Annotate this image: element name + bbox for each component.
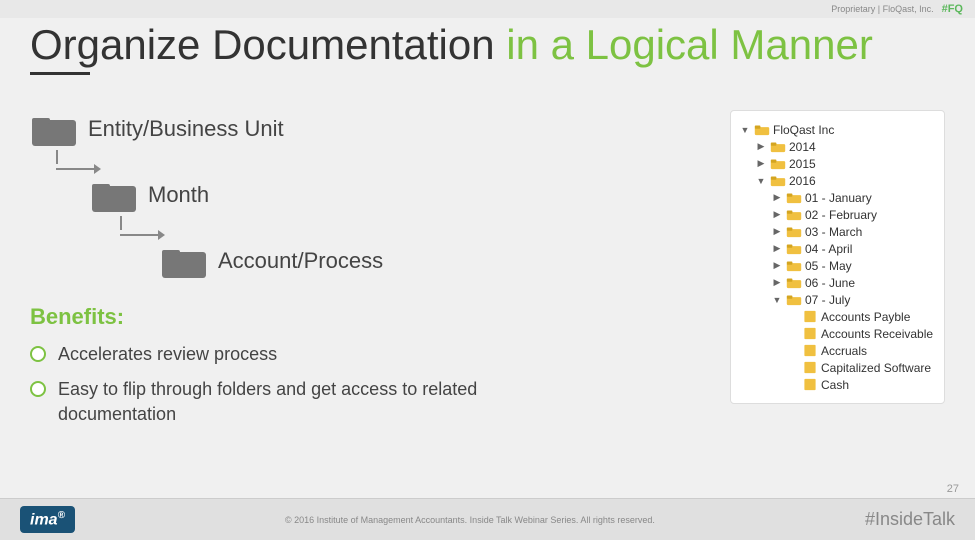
tree-node: ▶ 02 - February bbox=[771, 206, 936, 223]
tree-node: Accruals bbox=[787, 342, 936, 359]
connector-1 bbox=[56, 150, 590, 174]
tree-node: ▶ 03 - March bbox=[771, 223, 936, 240]
tree-toggle[interactable]: ▼ bbox=[771, 295, 783, 305]
tree-toggle[interactable]: ▶ bbox=[755, 158, 767, 169]
tree-file-icon bbox=[802, 327, 818, 340]
tree-folder-icon bbox=[786, 208, 802, 221]
tree-node-label: Accounts Receivable bbox=[821, 327, 933, 341]
tree-file-icon bbox=[802, 344, 818, 357]
tree-file-icon bbox=[802, 361, 818, 374]
tree-node-label: Capitalized Software bbox=[821, 361, 931, 375]
benefits-title: Benefits: bbox=[30, 304, 590, 330]
title-section: Organize Documentation in a Logical Mann… bbox=[30, 22, 945, 75]
tree-node-label: 01 - January bbox=[805, 191, 872, 205]
tree-folder-icon bbox=[786, 276, 802, 289]
tree-node-label: 04 - April bbox=[805, 242, 852, 256]
tree-node-label: 06 - June bbox=[805, 276, 855, 290]
tree-node: Accounts Receivable bbox=[787, 325, 936, 342]
tree-nodes: ▶ 2014 ▶ 2015 ▼ 2016 ▶ 01 - January ▶ 02 - Februa… bbox=[739, 138, 936, 393]
tree-folder-icon bbox=[786, 225, 802, 238]
tree-folder-icon bbox=[770, 140, 786, 153]
tree-root-label: FloQast Inc bbox=[773, 123, 834, 137]
tree-file-icon bbox=[802, 378, 818, 391]
tree-node: ▶ 04 - April bbox=[771, 240, 936, 257]
benefit-bullet-1 bbox=[30, 346, 46, 362]
folder-icon-month bbox=[90, 176, 138, 214]
floqast-logo-top: #FQ bbox=[942, 3, 963, 15]
tree-folder-icon bbox=[786, 242, 802, 255]
proprietary-text: Proprietary | FloQast, Inc. bbox=[831, 4, 933, 14]
ima-logo: ima® bbox=[20, 506, 75, 533]
folder-row-2: Month bbox=[90, 176, 590, 214]
tree-node-label: Cash bbox=[821, 378, 849, 392]
main-title: Organize Documentation in a Logical Mann… bbox=[30, 22, 945, 68]
tree-node: ▶ 05 - May bbox=[771, 257, 936, 274]
tree-node: ▶ 01 - January bbox=[771, 189, 936, 206]
folder-row-1: Entity/Business Unit bbox=[30, 110, 590, 148]
tree-toggle[interactable]: ▶ bbox=[771, 209, 783, 220]
slide: Proprietary | FloQast, Inc. #FQ Organize… bbox=[0, 0, 975, 540]
tree-node: ▼ 2016 bbox=[755, 172, 936, 189]
benefit-item-1: Accelerates review process bbox=[30, 342, 590, 367]
tree-folder-icon bbox=[770, 157, 786, 170]
tree-node: ▶ 2014 bbox=[755, 138, 936, 155]
tree-folder-icon bbox=[786, 293, 802, 306]
month-label: Month bbox=[148, 182, 209, 208]
tree-root: ▼ FloQast Inc bbox=[739, 121, 936, 138]
ima-trademark: ® bbox=[58, 510, 65, 521]
tree-node-label: 02 - February bbox=[805, 208, 877, 222]
tree-node-label: 03 - March bbox=[805, 225, 862, 239]
tree-node: Accounts Payble bbox=[787, 308, 936, 325]
tree-folder-icon bbox=[770, 174, 786, 187]
tree-folder-icon bbox=[786, 191, 802, 204]
title-part2: in a Logical Manner bbox=[506, 21, 873, 68]
tree-toggle-root[interactable]: ▼ bbox=[739, 125, 751, 135]
benefit-item-2: Easy to flip through folders and get acc… bbox=[30, 377, 590, 427]
tree-toggle[interactable]: ▶ bbox=[771, 192, 783, 203]
folder-row-3: Account/Process bbox=[160, 242, 590, 280]
tree-toggle[interactable]: ▶ bbox=[771, 226, 783, 237]
benefit-bullet-2 bbox=[30, 381, 46, 397]
bottom-bar: ima® © 2016 Institute of Management Acco… bbox=[0, 498, 975, 540]
folder-icon-account bbox=[160, 242, 208, 280]
title-part1: Organize Documentation bbox=[30, 21, 506, 68]
left-content: Entity/Business Unit M bbox=[30, 110, 590, 438]
benefits-section: Benefits: Accelerates review process Eas… bbox=[30, 304, 590, 428]
tree-node-label: 07 - July bbox=[805, 293, 850, 307]
tree-node: ▶ 06 - June bbox=[771, 274, 936, 291]
tree-toggle[interactable]: ▼ bbox=[755, 176, 767, 186]
tree-node-label: 2016 bbox=[789, 174, 816, 188]
tree-toggle[interactable]: ▶ bbox=[771, 243, 783, 254]
folder-diagram: Entity/Business Unit M bbox=[30, 110, 590, 280]
tree-node-label: Accruals bbox=[821, 344, 867, 358]
copyright-text: © 2016 Institute of Management Accountan… bbox=[95, 515, 845, 525]
tree-folder-icon-root bbox=[754, 123, 770, 136]
tree-toggle[interactable]: ▶ bbox=[771, 260, 783, 271]
tree-node-label: 2014 bbox=[789, 140, 816, 154]
benefit-text-1: Accelerates review process bbox=[58, 342, 277, 367]
folder-tree-panel: ▼ FloQast Inc ▶ 2014 ▶ 2015 ▼ 2016 ▶ 01 - Janua… bbox=[730, 110, 945, 404]
ima-label: ima bbox=[30, 511, 58, 528]
tree-node: Capitalized Software bbox=[787, 359, 936, 376]
tree-node: Cash bbox=[787, 376, 936, 393]
tree-folder-icon bbox=[786, 259, 802, 272]
tree-node-label: 05 - May bbox=[805, 259, 852, 273]
tree-node: ▼ 07 - July bbox=[771, 291, 936, 308]
tree-file-icon bbox=[802, 310, 818, 323]
account-label: Account/Process bbox=[218, 248, 383, 274]
folder-icon-entity bbox=[30, 110, 78, 148]
benefit-text-2: Easy to flip through folders and get acc… bbox=[58, 377, 590, 427]
tree-node: ▶ 2015 bbox=[755, 155, 936, 172]
connector-2 bbox=[120, 216, 590, 240]
hashtag-text: #InsideTalk bbox=[865, 509, 955, 530]
tree-toggle[interactable]: ▶ bbox=[771, 277, 783, 288]
tree-toggle[interactable]: ▶ bbox=[755, 141, 767, 152]
top-bar: Proprietary | FloQast, Inc. #FQ bbox=[0, 0, 975, 18]
title-underline bbox=[30, 72, 90, 75]
tree-node-label: Accounts Payble bbox=[821, 310, 910, 324]
entity-label: Entity/Business Unit bbox=[88, 116, 284, 142]
tree-node-label: 2015 bbox=[789, 157, 816, 171]
page-number: 27 bbox=[947, 483, 959, 495]
